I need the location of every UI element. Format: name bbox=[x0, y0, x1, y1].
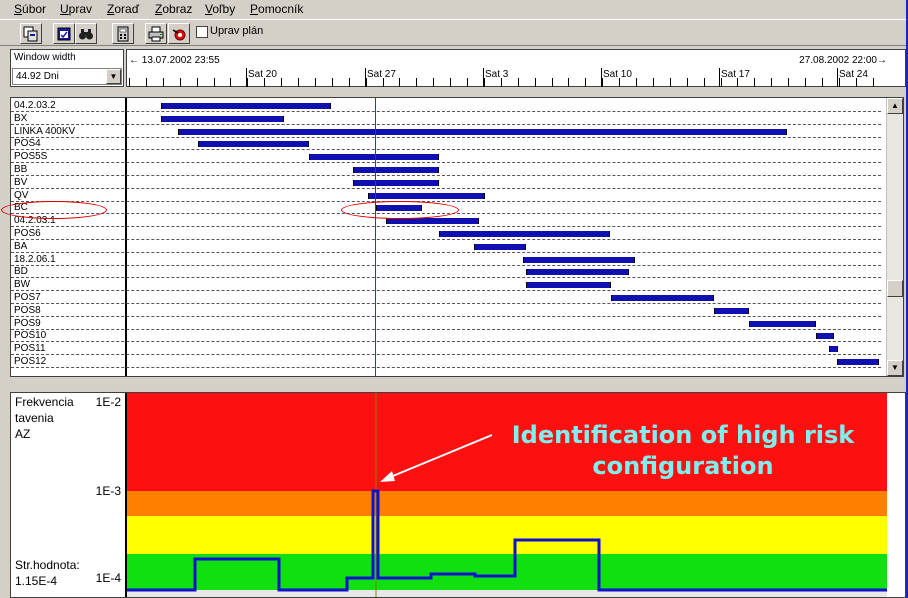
annotation-line-2: configuration bbox=[592, 452, 774, 480]
annotation-text: Identification of high risk configuratio… bbox=[508, 420, 858, 482]
annotation-line-1: Identification of high risk bbox=[511, 421, 855, 449]
annotation-arrow bbox=[380, 434, 493, 482]
